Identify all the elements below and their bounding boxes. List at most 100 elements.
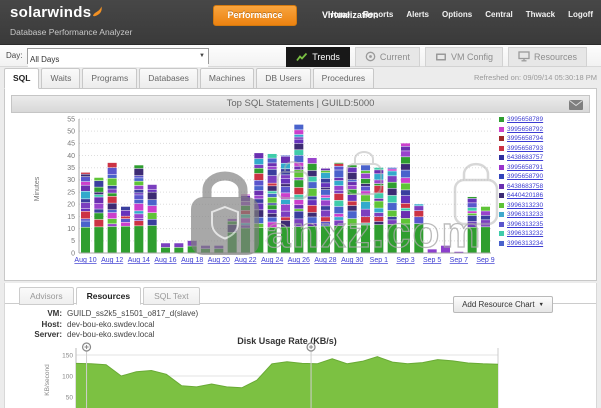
stacked-bar-sep-9[interactable] [481,207,490,253]
legend-link-3996313233[interactable]: 3996313233 [507,211,543,218]
legend-link-6438683757[interactable]: 6438683757 [507,154,543,161]
x-tick-link[interactable]: Sep 5 [423,257,441,264]
legend-swatch [499,231,504,236]
email-chart-button[interactable] [566,98,586,111]
bottom-tab-sql-text[interactable]: SQL Text [143,287,200,305]
menu-options[interactable]: Options [442,10,472,19]
day-select[interactable]: All Days [28,53,208,67]
stacked-bar-aug-22[interactable] [241,195,250,253]
add-resource-chart-button[interactable]: Add Resource Chart▼ [453,296,553,313]
stacked-bar-aug-17[interactable] [174,243,183,252]
legend-link-3996313234[interactable]: 3996313234 [507,240,543,247]
stacked-bar-aug-15[interactable] [148,185,157,253]
legend-link-3996313232[interactable]: 3996313232 [507,230,543,237]
view-button-current[interactable]: Current [355,47,420,67]
stacked-bar-sep-2[interactable] [388,168,397,253]
bottom-tab-resources[interactable]: Resources [76,287,141,305]
stacked-bar-aug-29[interactable] [334,163,343,253]
performance-nav-button[interactable]: Performance [213,5,297,26]
x-tick-link[interactable]: Sep 7 [450,257,468,264]
menu-logoff[interactable]: Logoff [568,10,593,19]
x-tick-link[interactable]: Sep 9 [476,257,494,264]
stacked-bar-aug-20[interactable] [214,246,223,253]
stacked-bar-aug-12[interactable] [108,163,117,253]
resource-chart-title: Disk Usage Rate (KB/s) [237,336,337,346]
legend-link-6440420186[interactable]: 6440420186 [507,192,543,199]
stacked-bar-aug-21[interactable] [228,219,237,253]
x-tick-link[interactable]: Aug 14 [128,257,150,264]
legend-link-6438683758[interactable]: 6438683758 [507,183,543,190]
tab-sql[interactable]: SQL [4,68,39,89]
x-tick-link[interactable]: Aug 16 [154,257,176,264]
x-tick-link[interactable]: Aug 12 [101,257,123,264]
legend-link-3995658789[interactable]: 3995658789 [507,116,543,123]
tab-programs[interactable]: Programs [82,68,137,89]
stacked-bar-aug-19[interactable] [201,246,210,253]
svg-text:55: 55 [67,116,75,123]
stacked-bar-sep-6[interactable] [441,246,450,253]
stacked-bar-aug-31[interactable] [361,165,370,252]
vm-monitor-icon [435,52,447,62]
x-tick-link[interactable]: Aug 18 [181,257,203,264]
trend-line-icon [296,52,308,62]
stacked-bar-aug-30[interactable] [348,165,357,252]
stacked-bar-aug-13[interactable] [121,207,130,253]
legend-link-3995658792[interactable]: 3995658792 [507,126,543,133]
tab-db-users[interactable]: DB Users [256,68,310,89]
legend-link-3996313235[interactable]: 3996313235 [507,221,543,228]
view-button-resources[interactable]: Resources [508,47,587,67]
stacked-bar-aug-25[interactable] [281,156,290,253]
x-tick-link[interactable]: Aug 28 [314,257,336,264]
legend-link-3995658793[interactable]: 3995658793 [507,145,543,152]
disk-usage-area [76,357,498,408]
view-button-label: VM Config [451,52,493,62]
legend-link-3995658794[interactable]: 3995658794 [507,135,543,142]
tab-procedures[interactable]: Procedures [313,68,374,89]
stacked-bar-sep-1[interactable] [374,168,383,253]
legend-swatch [499,127,504,132]
stacked-bar-aug-14[interactable] [134,165,143,252]
tab-databases[interactable]: Databases [139,68,198,89]
stacked-bar-aug-27[interactable] [308,158,317,253]
add-resource-chart-label: Add Resource Chart [462,300,534,309]
menu-home[interactable]: Home [328,10,350,19]
x-tick-link[interactable]: Aug 22 [234,257,256,264]
x-tick-link[interactable]: Aug 30 [341,257,363,264]
menu-alerts[interactable]: Alerts [406,10,429,19]
x-tick-link[interactable]: Aug 10 [74,257,96,264]
stacked-bar-aug-11[interactable] [94,178,103,253]
view-button-trends[interactable]: Trends [286,47,350,67]
legend-link-3995658790[interactable]: 3995658790 [507,173,543,180]
stacked-bar-aug-10[interactable] [81,173,90,253]
stacked-bar-sep-4[interactable] [414,204,423,252]
y-axis-title: Minutes [34,176,41,201]
legend-link-3995658791[interactable]: 3995658791 [507,164,543,171]
tab-machines[interactable]: Machines [200,68,254,89]
legend-swatch [499,212,504,217]
view-button-vm-config[interactable]: VM Config [425,47,503,67]
stacked-bar-aug-16[interactable] [161,243,170,252]
x-tick-link[interactable]: Sep 3 [396,257,414,264]
x-tick-link[interactable]: Aug 20 [208,257,230,264]
stacked-bar-aug-28[interactable] [321,169,330,253]
svg-text:10: 10 [67,226,75,233]
x-tick-link[interactable]: Sep 1 [370,257,388,264]
bottom-tab-advisors[interactable]: Advisors [19,287,74,305]
stacked-bar-aug-23[interactable] [254,153,263,252]
view-buttons: TrendsCurrent VM Config Resources [286,46,587,67]
menu-reports[interactable]: Reports [363,10,393,19]
x-tick-link[interactable]: Aug 24 [261,257,283,264]
stacked-bar-sep-7[interactable] [454,252,463,253]
stacked-bar-aug-18[interactable] [188,241,197,253]
menu-central[interactable]: Central [485,10,513,19]
stacked-bar-sep-8[interactable] [468,197,477,253]
tab-waits[interactable]: Waits [41,68,80,89]
legend-link-3996313230[interactable]: 3996313230 [507,202,543,209]
x-tick-link[interactable]: Aug 26 [288,257,310,264]
stacked-bar-sep-3[interactable] [401,143,410,252]
legend-swatch [499,117,504,122]
menu-thwack[interactable]: Thwack [526,10,555,19]
info-row-vm-: VM:GUILD_ss2k5_s1501_o817_d(slave) [19,309,198,320]
stacked-bar-sep-5[interactable] [428,249,437,252]
stacked-bar-aug-24[interactable] [268,154,277,253]
